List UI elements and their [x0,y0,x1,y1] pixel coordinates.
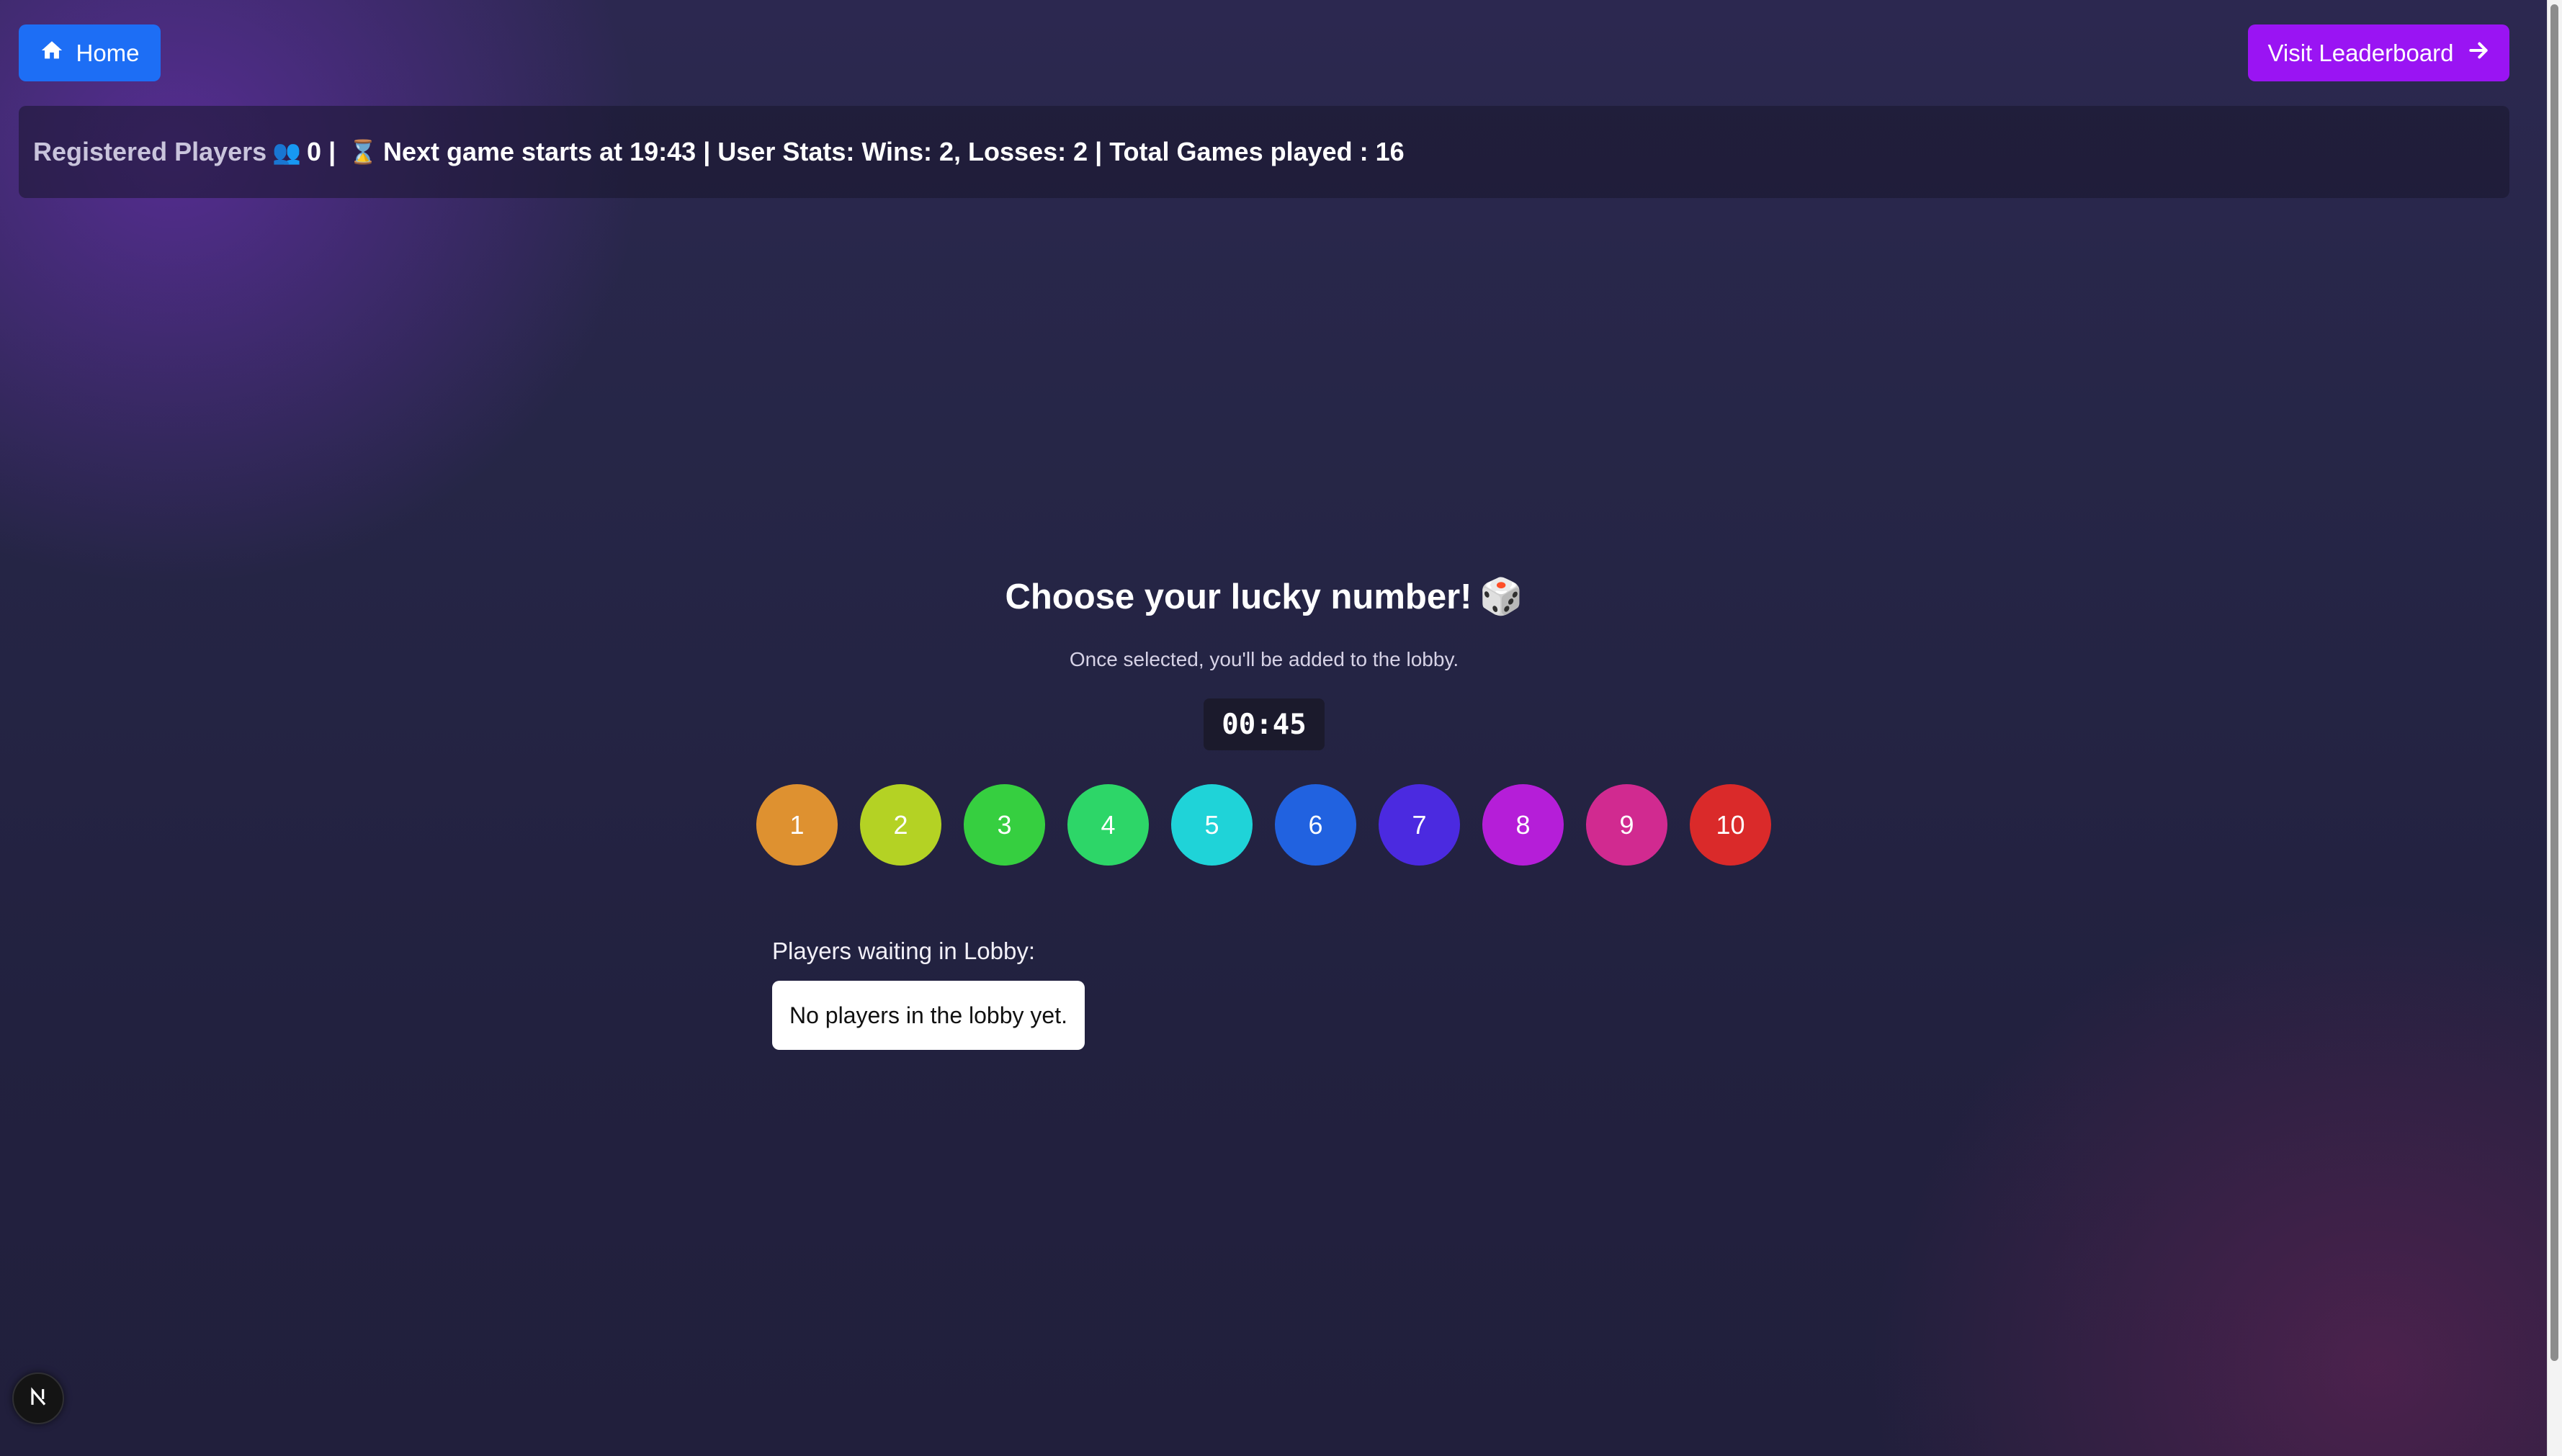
lobby-empty-message: No players in the lobby yet. [789,1002,1067,1028]
arrow-right-icon [2467,39,2490,68]
page-title-text: Choose your lucky number! [1005,578,1472,616]
visit-leaderboard-button[interactable]: Visit Leaderboard [2248,24,2509,81]
house-icon [40,38,64,68]
separator: | [1088,137,1110,166]
lobby-player-list: No players in the lobby yet. [772,981,1085,1050]
countdown-timer: 00:45 [1204,698,1325,750]
home-button-label: Home [76,39,140,66]
total-games-played: Total Games played : 16 [1109,137,1405,166]
next-game-time: Next game starts at 19:43 [382,137,697,166]
hourglass-icon: ⌛ [349,138,377,166]
busts-icon: 👥 [272,138,302,166]
page-subtitle: Once selected, you'll be added to the lo… [1069,648,1459,670]
nextjs-dev-indicator[interactable] [12,1372,64,1424]
dice-icon: 🎲 [1479,576,1523,617]
user-stats: User Stats: Wins: 2, Losses: 2 [717,137,1088,166]
registered-players-count: 0 [307,137,322,166]
number-button-7[interactable]: 7 [1379,784,1460,866]
number-button-9[interactable]: 9 [1586,784,1667,866]
number-button-2[interactable]: 2 [860,784,941,866]
visit-leaderboard-label: Visit Leaderboard [2267,39,2454,66]
number-button-6[interactable]: 6 [1275,784,1356,866]
number-button-1[interactable]: 1 [756,784,838,866]
page-title: Choose your lucky number! 🎲 [0,576,2528,617]
lobby-label: Players waiting in Lobby: [772,938,1036,964]
nextjs-icon [27,1385,50,1412]
number-button-3[interactable]: 3 [964,784,1045,866]
number-button-8[interactable]: 8 [1482,784,1564,866]
number-picker: 1 2 3 4 5 6 7 8 9 10 [0,784,2528,866]
registered-players-label: Registered Players [33,137,267,166]
number-button-10[interactable]: 10 [1690,784,1771,866]
separator: | [321,137,344,166]
home-button[interactable]: Home [19,24,161,81]
separator: | [696,137,718,166]
number-button-5[interactable]: 5 [1171,784,1253,866]
number-button-4[interactable]: 4 [1067,784,1149,866]
game-info-bar: Registered Players 👥 0 | ⌛ Next game sta… [19,106,2509,198]
scrollbar-thumb[interactable] [2550,4,2558,1361]
